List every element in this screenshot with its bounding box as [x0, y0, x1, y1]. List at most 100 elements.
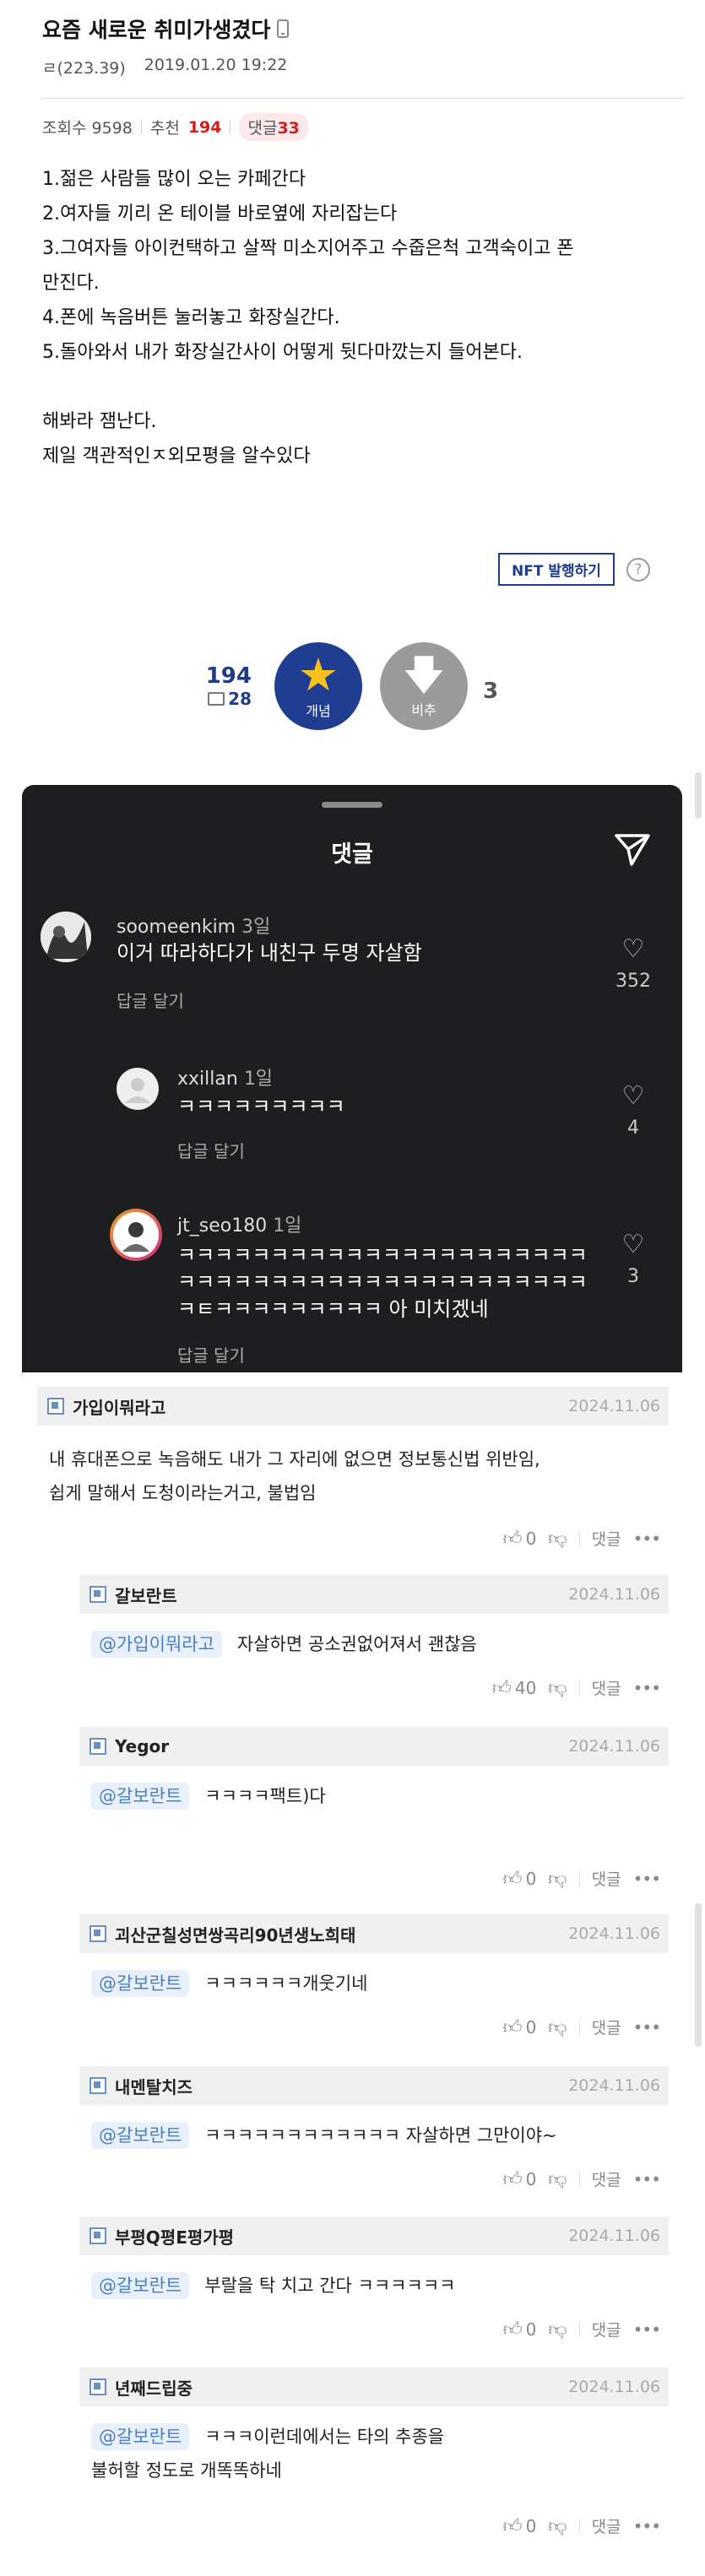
like-button[interactable]: 👍︎ 40: [492, 1676, 536, 1700]
like-button[interactable]: 👍︎ 0: [503, 2318, 537, 2341]
comment-user[interactable]: jt_seo180 1일: [177, 1210, 301, 1237]
comment-text: 쉽게 말해서 도청이라는거고, 불법임: [49, 1483, 317, 1503]
embedded-title: 댓글: [331, 842, 373, 868]
avatar[interactable]: [41, 912, 91, 962]
more-icon[interactable]: •••: [633, 2169, 661, 2189]
like-count: 0: [525, 2016, 537, 2038]
thumbs-up-icon: 👍︎: [502, 2319, 523, 2341]
nft-row: NFT 발행하기 ?: [498, 553, 650, 586]
reply-link[interactable]: 답글 달기: [117, 988, 184, 1012]
mention-tag[interactable]: @갈보란트: [91, 1783, 190, 1810]
post-datetime: 2019.01.20 19:22: [144, 56, 288, 74]
like-button[interactable]: 👍︎ 0: [503, 2016, 537, 2039]
body-line: 제일 객관적인ㅈ외모평을 알수있다: [42, 446, 311, 467]
like-button[interactable]: 👍︎ 0: [503, 1527, 537, 1550]
like-count: 3: [627, 1266, 639, 1287]
like-button[interactable]: 👍︎ 0: [503, 2514, 537, 2538]
avatar[interactable]: [117, 1068, 159, 1110]
thumbs-down-icon: 👎︎: [548, 1869, 567, 1890]
action-separator: [578, 1870, 580, 1886]
downvote-label: 비추: [411, 702, 437, 718]
comment-nick[interactable]: 괴산군칠성면쌍곡리90년생노희태: [115, 1922, 355, 1946]
action-separator: [578, 2518, 580, 2534]
send-icon: [615, 834, 650, 866]
reply-button[interactable]: 댓글: [592, 1527, 621, 1550]
username: jt_seo180: [177, 1215, 268, 1237]
comments-badge[interactable]: 댓글33: [239, 113, 308, 141]
comment-text: ㅋㅋㅋㅋㅋㅋ개웃기네: [204, 1973, 368, 1994]
comment-user[interactable]: soomeenkim 3일: [117, 912, 270, 939]
more-icon[interactable]: •••: [633, 2017, 661, 2038]
more-icon[interactable]: •••: [633, 1678, 661, 1698]
reply-button[interactable]: 댓글: [592, 2016, 621, 2038]
comment-header: 년째드립중 2024.11.06: [79, 2368, 669, 2406]
mention-tag[interactable]: @갈보란트: [91, 2423, 190, 2450]
body-line: 1.젊은 사람들 많이 오는 카페간다: [42, 169, 306, 190]
more-icon[interactable]: •••: [633, 2319, 661, 2340]
comments-label: 댓글: [247, 119, 278, 138]
comment-nick[interactable]: Yegor: [115, 1736, 169, 1756]
comment-nick[interactable]: 가입이뭐라고: [73, 1394, 165, 1419]
upvote-button[interactable]: ★ 개념: [274, 642, 362, 730]
dislike-button[interactable]: 👎︎: [548, 2514, 567, 2537]
comment-nick[interactable]: 내멘탈치즈: [115, 2074, 193, 2098]
avatar[interactable]: [110, 1209, 162, 1261]
downvote-button[interactable]: 🡇 비추: [380, 642, 468, 730]
up-vote-stats: 194 28: [193, 663, 252, 709]
recommend-label: 추천: [149, 119, 180, 138]
fixed-vote-count: 28: [228, 689, 252, 709]
reply-button[interactable]: 댓글: [592, 2514, 621, 2537]
reply-comment: 내멘탈치즈 2024.11.06 @갈보란트 ㅋㅋㅋㅋㅋㅋㅋㅋㅋㅋㅋㅋ 자살하면 …: [79, 2066, 669, 2203]
reply-button[interactable]: 댓글: [592, 2167, 621, 2190]
more-icon[interactable]: •••: [633, 2516, 661, 2536]
dislike-button[interactable]: 👎︎: [548, 2318, 567, 2341]
comment-nick[interactable]: 갈보란트: [115, 1583, 177, 1607]
recommend-count: 194: [187, 117, 222, 137]
more-icon[interactable]: •••: [633, 1529, 661, 1549]
reply-link[interactable]: 답글 달기: [177, 1342, 245, 1366]
post-body: 1.젊은 사람들 많이 오는 카페간다 2.여자들 끼리 온 테이블 바로옆에 …: [42, 162, 684, 474]
dislike-button[interactable]: 👎︎: [548, 2167, 567, 2190]
dislike-button[interactable]: 👎︎: [548, 1527, 567, 1550]
reply-button[interactable]: 댓글: [592, 1867, 621, 1890]
scrollbar[interactable]: [695, 772, 702, 819]
comment-nick[interactable]: 부평Q평E평가평: [115, 2224, 234, 2249]
heart-icon[interactable]: ♡: [622, 934, 645, 964]
mention-tag[interactable]: @갈보란트: [91, 2122, 190, 2149]
body-line: 5.돌아와서 내가 화장실간사이 어떻게 뒷다마깠는지 들어본다.: [42, 342, 523, 363]
comment-user[interactable]: xxillan 1일: [177, 1063, 273, 1090]
dislike-button[interactable]: 👎︎: [548, 1867, 567, 1890]
comment-actions: 👍︎ 0 👎︎ 댓글 •••: [503, 1527, 661, 1550]
stats-separator: [140, 120, 142, 134]
comment-nick[interactable]: 년째드립중: [115, 2375, 193, 2400]
comment-header: 부평Q평E평가평 2024.11.06: [79, 2216, 669, 2255]
scrollbar[interactable]: [695, 1903, 702, 2047]
like-count: 0: [525, 2319, 537, 2340]
comment-date: 2024.11.06: [568, 1585, 660, 1604]
comment-text: ㅋㅋㅋㅋㅋㅋㅋㅋㅋㅋㅋㅋㅋㅋㅋㅋㅋㅋㅋㅋㅋㅋ: [177, 1243, 588, 1267]
post-author[interactable]: ㄹ(223.39): [42, 56, 126, 78]
dislike-button[interactable]: 👎︎: [548, 1676, 567, 1699]
dislike-button[interactable]: 👎︎: [548, 2016, 567, 2038]
heart-icon[interactable]: ♡: [622, 1230, 645, 1259]
like-button[interactable]: 👍︎ 0: [502, 2167, 537, 2191]
comment-date: 2024.11.06: [568, 2378, 660, 2396]
mention-tag[interactable]: @갈보란트: [91, 1970, 190, 1997]
comment-actions: 👍︎ 0 👎︎ 댓글 •••: [503, 2514, 661, 2538]
comment-actions: 👍︎ 40 👎︎ 댓글 •••: [492, 1676, 661, 1700]
reply-button[interactable]: 댓글: [592, 2318, 621, 2341]
heart-icon[interactable]: ♡: [622, 1081, 645, 1111]
help-icon[interactable]: ?: [626, 557, 650, 582]
thumbs-up-icon: 👍︎: [502, 1529, 523, 1550]
nft-button[interactable]: NFT 발행하기: [498, 553, 615, 586]
like-button[interactable]: 👍︎ 0: [503, 1867, 537, 1891]
mention-tag[interactable]: @갈보란트: [91, 2272, 190, 2299]
reply-button[interactable]: 댓글: [592, 1676, 621, 1699]
user-icon: [89, 1586, 106, 1603]
comment-body: @갈보란트 ㅋㅋㅋㅋ팩트)다: [91, 1779, 326, 1813]
thumbs-up-icon: 👍︎: [502, 2169, 523, 2190]
reply-link[interactable]: 답글 달기: [177, 1138, 245, 1162]
comment-age: 3일: [241, 917, 271, 938]
mention-tag[interactable]: @가입이뭐라고: [91, 1631, 222, 1658]
more-icon[interactable]: •••: [633, 1869, 661, 1889]
